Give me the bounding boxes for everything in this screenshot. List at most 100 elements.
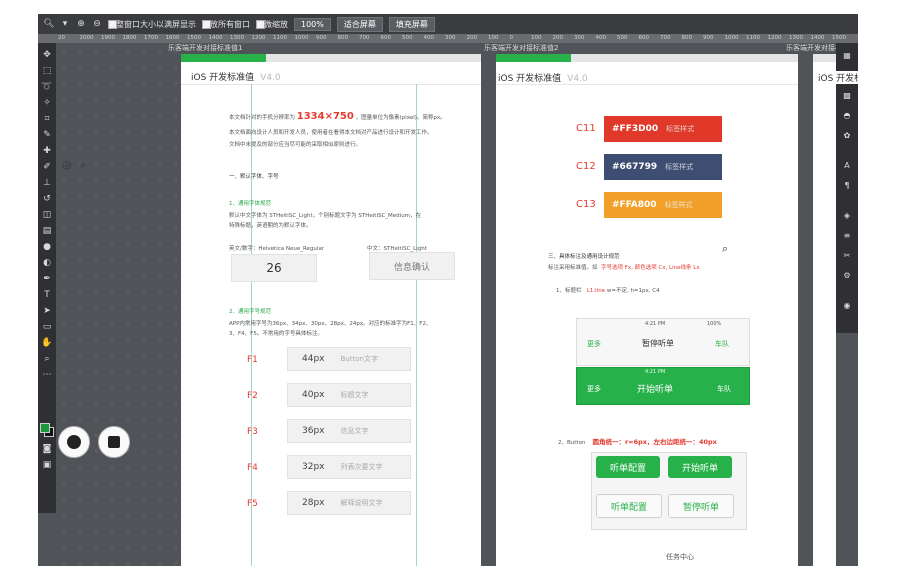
color-hex: #FFA800: [612, 200, 657, 210]
font-usage-desc: 列表次要文字: [340, 463, 383, 471]
foreground-color-swatch[interactable]: [40, 423, 50, 433]
screen-mode-icon[interactable]: ▣: [41, 459, 53, 471]
history-panel-icon[interactable]: ▦: [841, 49, 853, 61]
ruler-tick: 1000: [294, 35, 309, 41]
canvas-background: [56, 43, 181, 566]
font-size-value: 32px: [302, 462, 325, 472]
eraser-tool-icon[interactable]: ◫: [41, 209, 53, 221]
color-swatch: #667799 标签样式: [604, 154, 722, 180]
marquee-tool-icon[interactable]: ⬚: [41, 65, 53, 77]
record-button[interactable]: [58, 426, 90, 458]
adjustments-panel-icon[interactable]: ◓: [841, 109, 853, 121]
move-tool-icon[interactable]: ✥: [41, 49, 53, 61]
options-bar: 🔍︎ ▾ ⊕ ⊖ ✓ 调整窗口大小以满屏显示 缩放所有窗口 ✓ 细微缩放 100% …: [38, 14, 858, 34]
fill-screen-button[interactable]: 填充屏幕: [388, 16, 435, 32]
zoom-tool-icon[interactable]: 🔍︎: [43, 19, 54, 29]
path-selection-icon[interactable]: ➤: [41, 305, 53, 317]
stop-button[interactable]: [98, 426, 130, 458]
bottom-annotation: 任务中心: [666, 553, 694, 561]
font-id-label: F5: [247, 499, 258, 509]
ruler-tick: 1300: [789, 35, 803, 41]
ruler-tick: 900: [316, 35, 327, 41]
properties-panel-icon[interactable]: ⚙: [841, 269, 853, 281]
healing-brush-icon[interactable]: ✚: [41, 145, 53, 157]
font-size-value: 28px: [302, 498, 325, 508]
start-listen-button: 开始听单: [668, 456, 732, 478]
type-tool-icon[interactable]: T: [41, 289, 53, 301]
stamp-tool-icon[interactable]: ⊥: [41, 177, 53, 189]
history-brush-icon[interactable]: ↺: [41, 193, 53, 205]
gradient-tool-icon[interactable]: ▤: [41, 225, 53, 237]
ruler-tick: 300: [445, 35, 456, 41]
font-usage-desc: 解释说明文字: [340, 499, 383, 507]
font-size-row: 40px 标题文字: [287, 383, 411, 407]
zoom-out-icon[interactable]: ⊖: [92, 19, 102, 29]
zoom-tool-small-icon[interactable]: ⌕: [41, 353, 53, 365]
magic-wand-icon[interactable]: ✧: [41, 97, 53, 109]
color-id-label: C13: [576, 199, 596, 210]
crop-tool-icon[interactable]: ⌗: [41, 113, 53, 125]
dodge-tool-icon[interactable]: ◐: [41, 257, 53, 269]
font-size-row: 28px 解释说明文字: [287, 491, 411, 515]
right-panels-dock: ▦ ◑ ▩ ◓ ✿ A ¶ ◈ ≡ ✂ ⚙ ◉: [836, 43, 858, 333]
ruler-tick: 1400: [208, 35, 223, 41]
ruler-tick: 0: [509, 35, 514, 41]
font-size-value: 40px: [302, 390, 325, 400]
ruler-tick: 600: [638, 35, 650, 41]
hand-tool-icon[interactable]: ✋: [41, 337, 53, 349]
ruler-tick: 1100: [746, 35, 760, 41]
pen-tool-icon[interactable]: ✒: [41, 273, 53, 285]
channels-panel-icon[interactable]: ≡: [841, 229, 853, 241]
document-tab-2[interactable]: 乐客端开发对接标准值2: [484, 43, 558, 53]
dropdown-arrow-icon[interactable]: ▾: [60, 19, 70, 29]
paths-panel-icon[interactable]: ✂: [841, 249, 853, 261]
zoom-100-button[interactable]: 100%: [294, 17, 331, 31]
zoom-cursor-icon: ⌕: [722, 242, 729, 255]
ruler-tick: 1000: [724, 35, 739, 41]
ruler-tick: 600: [380, 35, 392, 41]
navigator-panel-icon[interactable]: ◉: [841, 299, 853, 311]
eyedropper-icon[interactable]: ✎: [41, 129, 53, 141]
shape-tool-icon[interactable]: ▭: [41, 321, 53, 333]
lasso-tool-icon[interactable]: ➰: [41, 81, 53, 93]
color-hex: #667799: [612, 162, 658, 172]
ruler-tick: 1800: [122, 35, 137, 41]
artboard-color-standards: iOS 开发标准值 V4.0 C11 #FF3D00 标签样式 C12 #667799 标签…: [496, 54, 798, 566]
stop-icon: [108, 436, 120, 448]
swatches-panel-icon[interactable]: ▩: [841, 89, 853, 101]
character-panel-icon[interactable]: A: [841, 159, 853, 171]
subsection-heading: 2、Button 圆角统一：r=6px，左右边距统一：40px: [558, 438, 717, 446]
quick-mask-icon[interactable]: ◙: [41, 443, 53, 455]
ruler-tick: 700: [660, 35, 671, 41]
ruler-tick: 1200: [251, 35, 266, 41]
resize-windows-checkbox[interactable]: ✓ 调整窗口大小以满屏显示: [108, 19, 196, 30]
artboard-partial: [813, 54, 836, 566]
color-hex: #FF3D00: [612, 124, 659, 134]
font-size-row: 36px 信息文字: [287, 419, 411, 443]
blur-tool-icon[interactable]: ●: [41, 241, 53, 253]
ruler-tick: 1500: [832, 35, 846, 41]
zoom-cursor-icon: ◎: [62, 158, 72, 171]
font-size-row: 32px 列表次要文字: [287, 455, 411, 479]
ruler-tick: 1200: [767, 35, 782, 41]
paragraph-panel-icon[interactable]: ¶: [841, 179, 853, 191]
document-tab-1[interactable]: 乐客端开发对接标准值1: [168, 43, 242, 53]
fit-screen-button[interactable]: 适合屏幕: [336, 16, 383, 32]
zoom-all-checkbox[interactable]: 缩放所有窗口: [202, 19, 250, 30]
font-usage-desc: 信息文字: [340, 427, 369, 435]
pause-listen-outline-button: 暂停听单: [668, 494, 734, 518]
styles-panel-icon[interactable]: ✿: [841, 129, 853, 141]
brush-tool-icon[interactable]: ✐: [41, 161, 53, 173]
ruler-tick: 1300: [230, 35, 244, 41]
more-tools-icon[interactable]: ⋯: [41, 369, 53, 381]
font-size-value: 44px: [302, 354, 325, 364]
ruler-tick: 200: [466, 35, 478, 41]
layers-panel-icon[interactable]: ◈: [841, 209, 853, 221]
zoom-in-icon[interactable]: ⊕: [76, 19, 86, 29]
ruler-tick: 500: [402, 35, 413, 41]
horizontal-ruler: 20 2000 1900 1800 1700 1600 1500 1400 1300 1200 11…: [38, 34, 858, 43]
section-heading: 三、具体标注及通用设计规范: [548, 254, 620, 260]
ruler-tick: 800: [337, 35, 349, 41]
navbar-mockup-paused: 4:21 PM 100% 更多 暂停听单 车队: [576, 318, 750, 366]
scrubby-zoom-checkbox[interactable]: ✓ 细微缩放: [256, 19, 288, 30]
